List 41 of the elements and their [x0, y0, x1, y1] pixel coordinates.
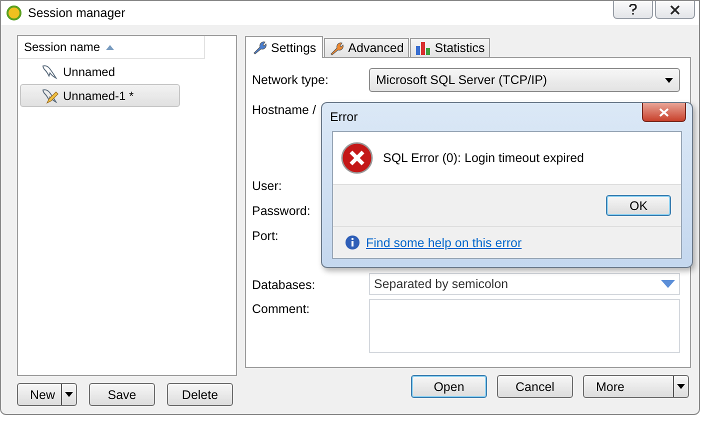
network-type-dropdown[interactable]: Microsoft SQL Server (TCP/IP): [369, 68, 680, 92]
button[interactable]: Save: [89, 383, 155, 406]
error-message: SQL Error (0): Login timeout expired: [383, 151, 584, 165]
caret-icon: [665, 78, 673, 82]
field-label: Port:: [252, 229, 278, 243]
caret-icon: [65, 392, 73, 397]
close-icon: [670, 4, 680, 14]
button[interactable]: Cancel: [497, 375, 573, 398]
databases-field[interactable]: Separated by semicolon: [369, 273, 680, 295]
session-item[interactable]: Unnamed: [20, 60, 180, 83]
help-link[interactable]: Find some help on this error: [366, 236, 522, 250]
info-icon: [345, 235, 360, 250]
session-item[interactable]: Unnamed-1 *: [20, 84, 180, 107]
help-button[interactable]: [613, 1, 653, 19]
help-icon: [629, 4, 637, 15]
dropdown-arrow-icon: [661, 280, 675, 288]
comment-field[interactable]: [369, 299, 680, 353]
field-label: User:: [252, 179, 282, 193]
ok-button[interactable]: OK: [606, 195, 671, 216]
sort-arrow-icon: [106, 44, 114, 50]
error-icon: [341, 142, 373, 174]
tab[interactable]: Statistics: [410, 38, 490, 57]
window-title: Session manager: [28, 6, 126, 20]
field-label: Hostname /: [252, 103, 316, 117]
button[interactable]: Delete: [167, 383, 233, 406]
tab[interactable]: Advanced: [324, 38, 409, 57]
split-button[interactable]: More: [583, 375, 689, 398]
caret-icon: [677, 384, 685, 389]
split-button[interactable]: New: [17, 383, 77, 406]
close-button[interactable]: [655, 1, 695, 19]
tab[interactable]: Settings: [245, 36, 324, 58]
field-label: Network type:: [252, 73, 328, 87]
close-icon: [659, 108, 669, 116]
dialog-title: Error: [330, 110, 358, 124]
app-logo-icon: [6, 5, 22, 21]
button[interactable]: Open: [411, 375, 487, 398]
column-header[interactable]: Session name: [18, 36, 205, 59]
field-label: Databases:: [252, 278, 316, 292]
close-button[interactable]: [642, 103, 686, 122]
field-label: Comment:: [252, 302, 310, 316]
field-label: Password:: [252, 204, 310, 218]
